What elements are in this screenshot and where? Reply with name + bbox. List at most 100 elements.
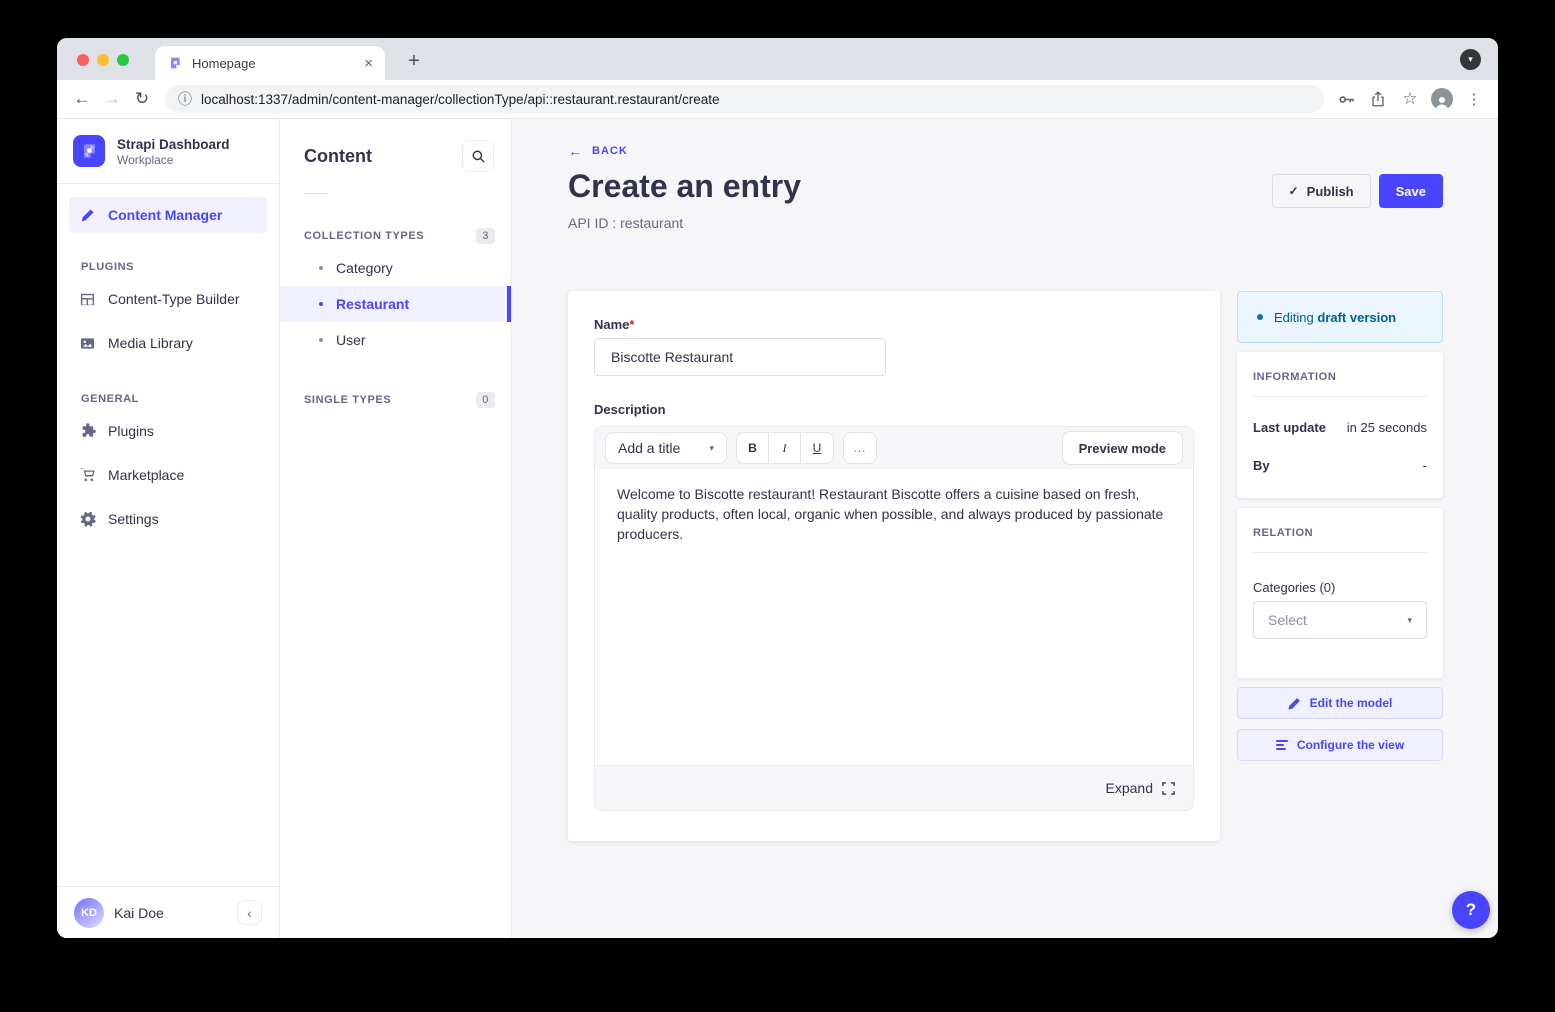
plugins-section-header: PLUGINS: [81, 261, 279, 273]
sidebar-item-label: Marketplace: [108, 467, 184, 483]
save-button[interactable]: Save: [1379, 174, 1443, 208]
italic-button[interactable]: I: [769, 432, 801, 464]
sidebar-item-media-library[interactable]: Media Library: [69, 321, 267, 365]
toolbar-actions: ☆ ⋮: [1332, 85, 1488, 113]
single-types-count-badge: 0: [476, 392, 495, 408]
expand-button[interactable]: Expand: [1106, 780, 1153, 796]
description-textarea[interactable]: Welcome to Biscotte restaurant! Restaura…: [595, 469, 1193, 765]
brand-subtitle: Workplace: [117, 153, 230, 167]
pen-icon: [79, 208, 96, 223]
bullet-icon: [319, 302, 323, 306]
browser-window: Homepage × + ▾ ← → ↻ ⓘ localhost:1337/ad…: [57, 38, 1498, 938]
collection-types-count-badge: 3: [476, 228, 495, 244]
cart-icon: [79, 467, 96, 483]
tab-title: Homepage: [192, 56, 355, 71]
profile-avatar[interactable]: [1428, 85, 1456, 113]
relation-header: RELATION: [1253, 527, 1427, 539]
subnav-title: Content: [304, 146, 372, 167]
sidebar-item-marketplace[interactable]: Marketplace: [69, 453, 267, 497]
description-field-label: Description: [594, 402, 1194, 417]
help-button[interactable]: ?: [1452, 891, 1490, 929]
subnav-item-restaurant[interactable]: Restaurant: [280, 286, 511, 322]
text-format-group: B I U: [736, 432, 834, 464]
by-row: By -: [1253, 458, 1427, 473]
sidebar-item-settings[interactable]: Settings: [69, 497, 267, 541]
page-title: Create an entry: [568, 168, 801, 205]
card-divider: [1253, 396, 1427, 397]
description-text: Welcome to Biscotte restaurant! Restaura…: [617, 484, 1165, 544]
subnav-item-label: Category: [336, 260, 393, 276]
check-icon: ✓: [1289, 184, 1299, 198]
chevron-down-icon: ▾: [1407, 615, 1412, 626]
underline-button[interactable]: U: [801, 432, 833, 464]
subnav-item-category[interactable]: Category: [280, 250, 511, 286]
configure-lines-icon: [1276, 740, 1288, 750]
pencil-icon: [1288, 697, 1301, 710]
draft-status-badge: Editing draft version: [1237, 291, 1443, 343]
sidebar-item-label: Content-Type Builder: [108, 291, 240, 307]
rich-text-editor: Add a title ▾ B I U ... Preview mode: [594, 426, 1194, 811]
tab-search-button[interactable]: ▾: [1460, 49, 1481, 70]
main-content: ← BACK Create an entry API ID : restaura…: [512, 119, 1498, 938]
configure-view-button[interactable]: Configure the view: [1237, 729, 1443, 761]
close-window-button[interactable]: [77, 54, 89, 66]
bookmark-star-icon[interactable]: ☆: [1396, 85, 1424, 113]
chevron-down-icon: ▾: [709, 443, 714, 454]
reload-icon[interactable]: ↻: [127, 84, 157, 114]
password-key-icon[interactable]: [1332, 85, 1360, 113]
close-tab-icon[interactable]: ×: [364, 55, 373, 72]
browser-tab[interactable]: Homepage ×: [155, 46, 385, 80]
sidebar-user-footer: KD Kai Doe ‹: [57, 886, 279, 938]
url-text: localhost:1337/admin/content-manager/col…: [201, 92, 720, 107]
search-icon: [471, 149, 486, 164]
workspace-brand[interactable]: Strapi Dashboard Workplace: [57, 119, 279, 183]
bullet-icon: [319, 266, 323, 270]
forward-nav-icon[interactable]: →: [97, 84, 127, 114]
collapse-sidebar-button[interactable]: ‹: [237, 900, 262, 925]
editor-footer: Expand: [595, 765, 1193, 810]
sidebar-item-content-type-builder[interactable]: Content-Type Builder: [69, 277, 267, 321]
bold-button[interactable]: B: [737, 432, 769, 464]
search-button[interactable]: [462, 140, 494, 172]
back-link[interactable]: ← BACK: [568, 143, 628, 159]
preview-mode-button[interactable]: Preview mode: [1062, 431, 1183, 465]
back-nav-icon[interactable]: ←: [67, 84, 97, 114]
entry-form-card: Name* Description Add a title ▾ B: [568, 291, 1220, 841]
last-update-row: Last update in 25 seconds: [1253, 420, 1427, 435]
categories-select[interactable]: Select ▾: [1253, 601, 1427, 639]
collection-types-header: COLLECTION TYPES 3: [304, 228, 495, 244]
browser-menu-icon[interactable]: ⋮: [1460, 85, 1488, 113]
minimize-window-button[interactable]: [97, 54, 109, 66]
information-card: INFORMATION Last update in 25 seconds By…: [1237, 352, 1443, 498]
zoom-window-button[interactable]: [117, 54, 129, 66]
user-name: Kai Doe: [114, 905, 164, 921]
more-formatting-button[interactable]: ...: [843, 432, 877, 464]
card-divider: [1253, 552, 1427, 553]
user-avatar[interactable]: KD: [74, 898, 104, 928]
content-subnav: Content COLLECTION TYPES 3 Category Rest…: [280, 119, 512, 938]
main-sidebar: Strapi Dashboard Workplace Content Manag…: [57, 119, 280, 938]
strapi-logo-icon: [73, 135, 105, 167]
expand-icon[interactable]: [1162, 782, 1175, 795]
url-bar[interactable]: ⓘ localhost:1337/admin/content-manager/c…: [165, 85, 1324, 113]
title-style-dropdown[interactable]: Add a title ▾: [605, 432, 727, 464]
name-input[interactable]: [594, 338, 886, 376]
publish-button[interactable]: ✓ Publish: [1272, 174, 1371, 208]
edit-model-button[interactable]: Edit the model: [1237, 687, 1443, 719]
sidebar-item-plugins[interactable]: Plugins: [69, 409, 267, 453]
puzzle-icon: [79, 423, 96, 439]
sidebar-item-label: Settings: [108, 511, 159, 527]
layout-grid-icon: [79, 292, 96, 307]
subnav-item-label: User: [336, 332, 366, 348]
meta-panel: Editing draft version INFORMATION Last u…: [1237, 291, 1443, 841]
new-tab-button[interactable]: +: [402, 50, 426, 73]
required-mark: *: [629, 317, 634, 332]
site-info-icon[interactable]: ⓘ: [178, 89, 192, 109]
share-icon[interactable]: [1364, 85, 1392, 113]
back-arrow-icon: ←: [568, 143, 583, 159]
single-types-header: SINGLE TYPES 0: [304, 392, 495, 408]
sidebar-item-content-manager[interactable]: Content Manager: [69, 197, 267, 233]
sidebar-divider: [57, 183, 279, 184]
strapi-favicon-icon: [167, 55, 183, 71]
subnav-item-user[interactable]: User: [280, 322, 511, 358]
